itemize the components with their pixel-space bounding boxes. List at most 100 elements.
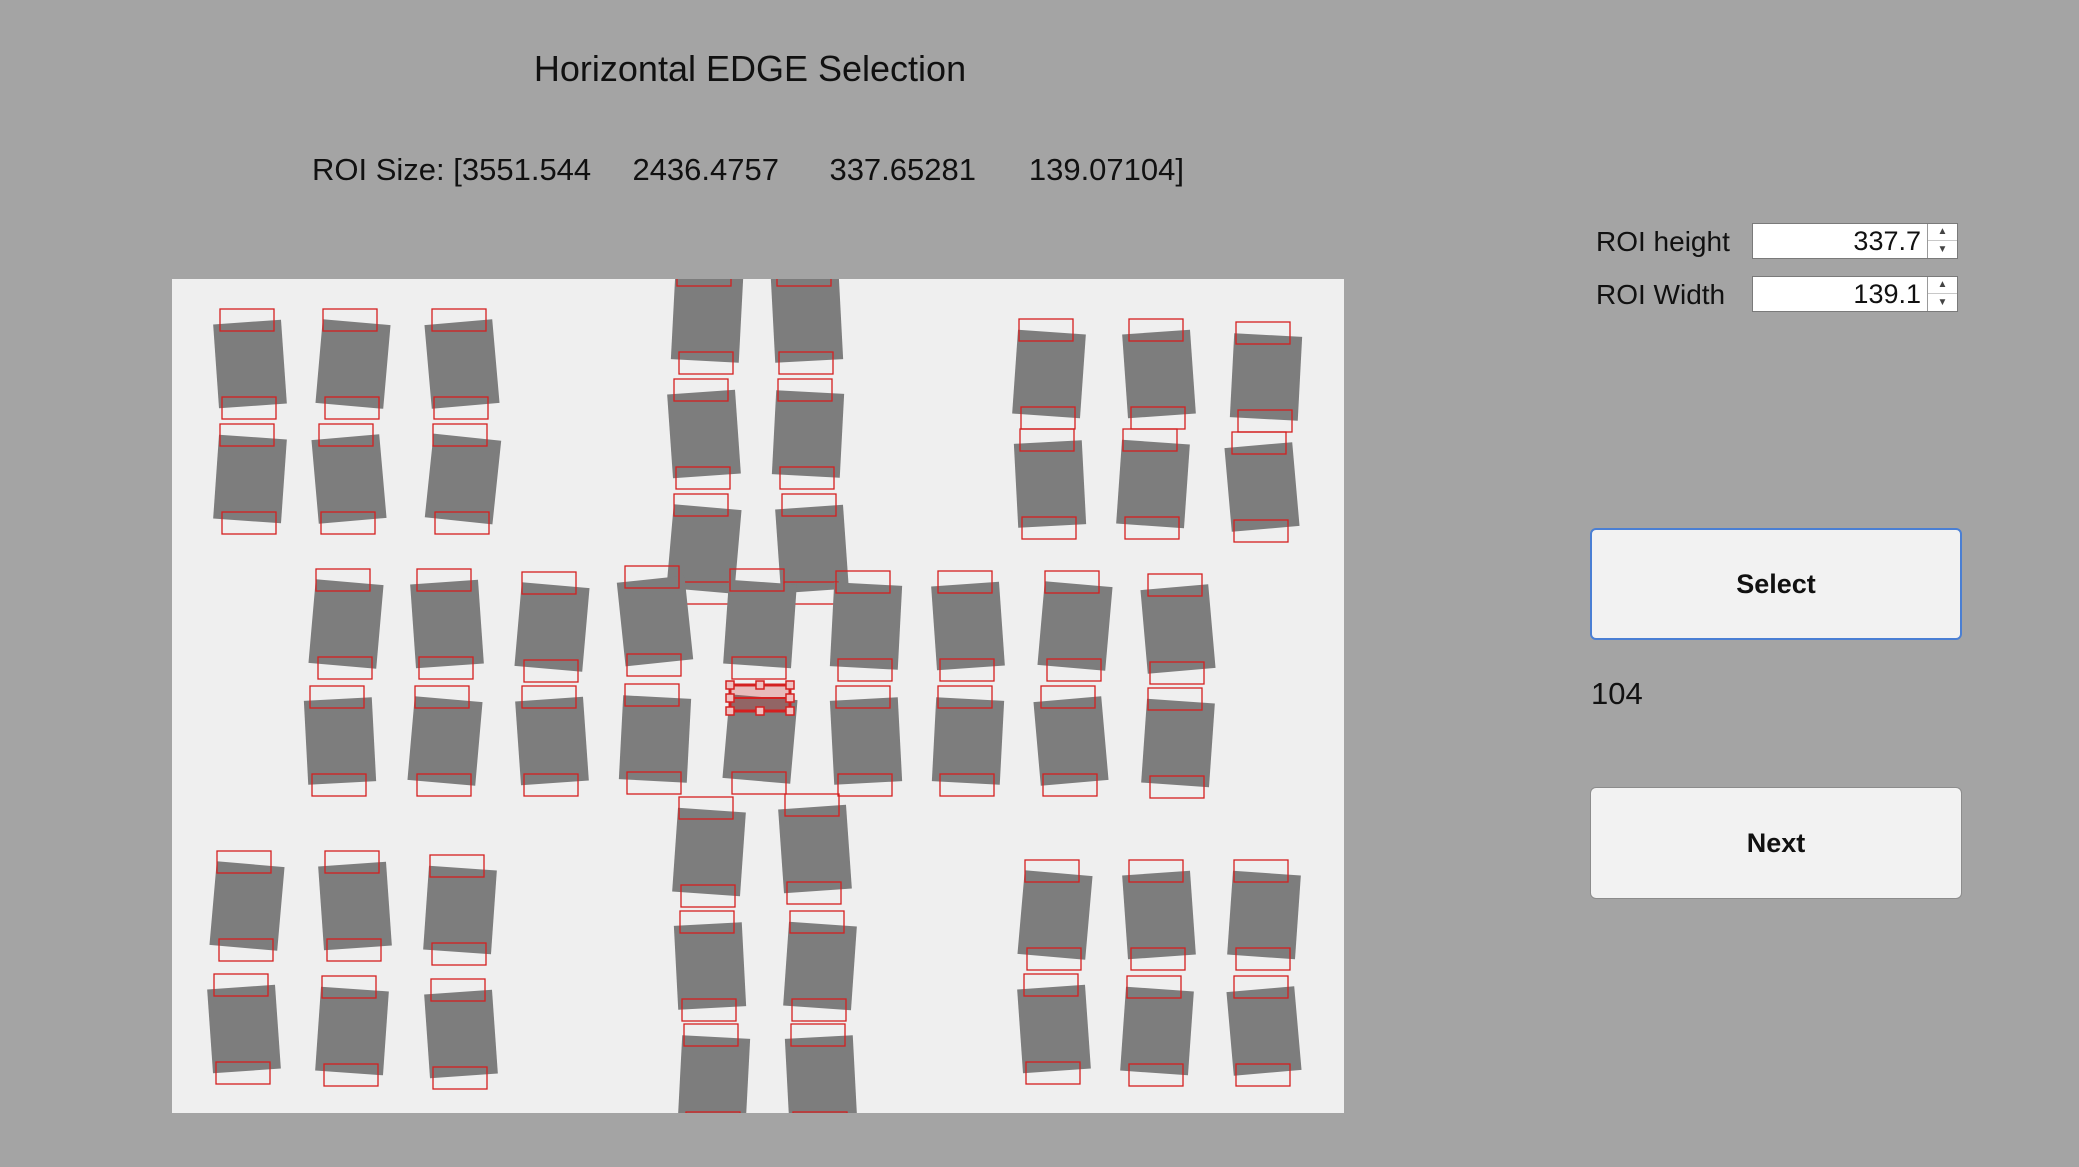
sample-tile [931, 570, 1005, 682]
sample-tile [1122, 318, 1196, 430]
tile-shape [771, 390, 845, 478]
sample-tile [515, 685, 589, 797]
tile-shape [1122, 870, 1196, 960]
tile-shape [783, 921, 857, 1011]
tile-shape [829, 697, 903, 785]
sample-tile [1140, 573, 1216, 685]
sample-tile [423, 854, 497, 966]
sample-tile [514, 571, 590, 683]
resize-handle[interactable] [785, 680, 795, 690]
window-title: Horizontal EDGE Selection [533, 48, 967, 89]
sample-tile [1013, 428, 1087, 540]
resize-handle[interactable] [725, 706, 735, 716]
sample-tile [1122, 859, 1196, 971]
sample-tile [616, 565, 694, 677]
tile-shape [315, 319, 391, 409]
sample-tile [618, 683, 692, 795]
sample-tile [424, 423, 502, 535]
sample-tile [424, 308, 500, 420]
sample-tile [1226, 975, 1302, 1087]
tile-shape [670, 279, 744, 363]
sample-tile [1017, 859, 1093, 971]
tile-shape [1033, 696, 1109, 786]
roi-width-stepper[interactable]: ▲ ▼ [1927, 277, 1957, 311]
roi-height-stepper[interactable]: ▲ ▼ [1927, 224, 1957, 258]
selected-roi[interactable] [725, 680, 795, 716]
roi-width-spinner[interactable]: ▲ ▼ [1752, 276, 1958, 312]
roi-height-input[interactable] [1753, 224, 1925, 258]
resize-handle[interactable] [725, 693, 735, 703]
triangle-down-icon[interactable]: ▼ [1928, 294, 1957, 311]
tile-shape [775, 504, 849, 594]
tile-shape [1140, 584, 1216, 674]
tile-shape [207, 984, 281, 1074]
sample-tile [931, 685, 1005, 797]
sample-tile [303, 685, 377, 797]
tile-shape [514, 582, 590, 672]
sample-tile [672, 796, 746, 908]
resize-handle[interactable] [785, 706, 795, 716]
tile-shape [315, 986, 389, 1076]
roi-height-spinner[interactable]: ▲ ▼ [1752, 223, 1958, 259]
sample-tile [784, 1023, 858, 1113]
next-button[interactable]: Next [1590, 787, 1962, 899]
sample-tile [424, 978, 498, 1090]
roi-size-value-2: 2436.4757 [632, 152, 779, 187]
roi-size-value-3: 337.65281 [829, 152, 976, 187]
select-button[interactable]: Select [1590, 528, 1962, 640]
tile-shape [616, 575, 694, 667]
tile-shape [778, 804, 852, 894]
sample-tile [213, 423, 287, 535]
tile-shape [677, 1035, 751, 1113]
sample-tile [778, 793, 852, 905]
image-axes[interactable] [172, 279, 1344, 1113]
tile-shape [931, 581, 1005, 671]
sample-image[interactable] [172, 279, 1344, 1113]
tile-shape [318, 861, 392, 951]
tile-shape [515, 696, 589, 786]
tile-shape [1122, 329, 1196, 419]
tile-shape [1017, 984, 1091, 1074]
sample-tile [311, 423, 387, 535]
tile-shape [1226, 986, 1302, 1076]
tile-shape [1012, 329, 1086, 419]
sample-tile [783, 910, 857, 1022]
resize-handle[interactable] [755, 706, 765, 716]
sample-tile [677, 1023, 751, 1113]
resize-handle[interactable] [755, 680, 765, 690]
tile-shape [1116, 439, 1190, 529]
resize-handle[interactable] [785, 693, 795, 703]
sample-tile [207, 973, 281, 1085]
tile-shape [1037, 581, 1113, 671]
sample-tile [829, 685, 903, 797]
tile-shape [672, 807, 746, 897]
sample-tile [1224, 431, 1300, 543]
roi-width-label: ROI Width [1596, 279, 1726, 310]
sample-tile [213, 308, 287, 420]
resize-handle[interactable] [725, 680, 735, 690]
sample-tile [1141, 687, 1215, 799]
tile-shape [723, 579, 797, 669]
sample-tile [770, 279, 844, 375]
triangle-up-icon[interactable]: ▲ [1928, 277, 1957, 294]
tile-shape [308, 579, 384, 669]
triangle-up-icon[interactable]: ▲ [1928, 224, 1957, 241]
tile-shape [423, 865, 497, 955]
tile-shape [931, 697, 1005, 785]
sample-tile [670, 279, 744, 375]
sample-tile [1120, 975, 1194, 1087]
tile-shape [407, 696, 483, 786]
triangle-down-icon[interactable]: ▼ [1928, 241, 1957, 258]
tile-shape [213, 434, 287, 524]
sample-tile [1229, 321, 1303, 433]
tile-shape [618, 695, 692, 783]
sample-tile [1116, 428, 1190, 540]
sample-tile [1033, 685, 1109, 797]
roi-width-input[interactable] [1753, 277, 1925, 311]
tile-shape [829, 582, 903, 670]
tile-shape [667, 389, 741, 479]
tile-shape [770, 279, 844, 363]
tile-shape [784, 1035, 858, 1113]
tile-shape [1120, 986, 1194, 1076]
sample-tile [318, 850, 392, 962]
